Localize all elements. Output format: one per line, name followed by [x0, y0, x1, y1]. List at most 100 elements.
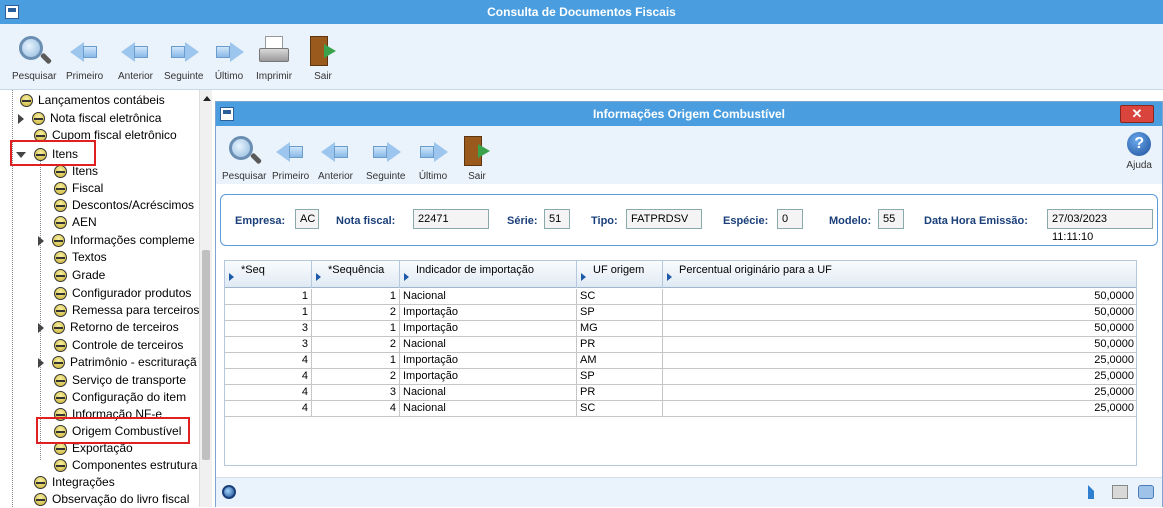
first-icon [68, 34, 102, 68]
tree-item[interactable]: Serviço de transporte [54, 372, 186, 389]
sort-marker-icon [316, 273, 321, 281]
dialog-first-button[interactable]: Primeiro [272, 134, 309, 182]
tree-item[interactable]: Componentes estrutura [54, 457, 197, 474]
close-button[interactable]: ✕ [1120, 105, 1154, 123]
last-button[interactable]: Último [212, 34, 246, 82]
node-icon [54, 391, 67, 404]
table-row[interactable]: 4 3 Nacional PR 25,0000 [225, 385, 1136, 401]
table-row[interactable]: 4 4 Nacional SC 25,0000 [225, 401, 1136, 417]
tree-item[interactable]: Observação do livro fiscal [34, 491, 189, 508]
tree-item-label: Informações compleme [70, 233, 195, 247]
table-row[interactable]: 3 1 Importação MG 50,0000 [225, 321, 1136, 337]
tree-item[interactable]: Integrações [34, 474, 115, 491]
tree-item[interactable]: Patrimônio - escrituraçã [38, 354, 197, 371]
tree-item[interactable]: Remessa para terceiros [54, 302, 199, 319]
message-icon[interactable] [1138, 485, 1154, 499]
tree-item-label: Textos [72, 250, 107, 264]
expand-arrow-icon[interactable] [18, 113, 24, 124]
search-icon [227, 134, 263, 168]
column-header[interactable]: UF origem [577, 261, 663, 288]
tree-item-label: Lançamentos contábeis [38, 93, 165, 107]
table-cell: Importação [400, 321, 577, 337]
tree-item[interactable]: Configurador produtos [54, 285, 191, 302]
column-header[interactable]: *Seq [225, 261, 312, 288]
first-button[interactable]: Primeiro [66, 34, 103, 82]
tree-item-label: Nota fiscal eletrônica [50, 111, 162, 125]
table-cell: 25,0000 [663, 353, 1136, 369]
table-cell: 2 [312, 369, 400, 385]
search-icon [17, 34, 53, 68]
dialog-last-button[interactable]: Último [416, 134, 450, 182]
previous-button[interactable]: Anterior [118, 34, 153, 82]
resize-icon[interactable] [1088, 485, 1104, 499]
tree-item[interactable]: Textos [54, 249, 107, 266]
node-icon [32, 112, 45, 125]
table-cell: SC [577, 289, 663, 305]
origem-combustivel-dialog: Informações Origem Combustível ✕ Pesquis… [215, 101, 1163, 507]
dialog-title: Informações Origem Combustível [592, 107, 786, 121]
node-icon [54, 304, 67, 317]
print-icon [257, 34, 291, 68]
last-icon [212, 34, 246, 68]
tree-item[interactable]: Fiscal [54, 180, 103, 197]
tree-item[interactable]: Grade [54, 267, 105, 284]
table-cell: SP [577, 369, 663, 385]
next-icon [167, 34, 201, 68]
first-button-label: Primeiro [66, 71, 104, 82]
dialog-exit-button[interactable]: Sair [460, 134, 494, 182]
user-icon[interactable] [1112, 485, 1128, 499]
column-header[interactable]: *Sequência [312, 261, 400, 288]
table-row[interactable]: 3 2 Nacional PR 50,0000 [225, 337, 1136, 353]
table-cell: Importação [400, 305, 577, 321]
previous-icon [119, 34, 153, 68]
tree-item[interactable]: Informações compleme [38, 232, 195, 249]
table-cell: 25,0000 [663, 369, 1136, 385]
table-cell: 25,0000 [663, 385, 1136, 401]
dialog-previous-button[interactable]: Anterior [318, 134, 353, 182]
node-icon [54, 182, 67, 195]
tree-item[interactable]: Controle de terceiros [54, 337, 183, 354]
empresa-label: Empresa: [235, 215, 286, 227]
expand-arrow-icon[interactable] [38, 322, 44, 333]
tree-item-label: Retorno de terceiros [70, 320, 179, 334]
help-button[interactable]: ? Ajuda [1126, 132, 1152, 171]
column-header[interactable]: Indicador de importação [400, 261, 577, 288]
tree-item[interactable]: Descontos/Acréscimos [54, 197, 194, 214]
dialog-search-label: Pesquisar [222, 171, 267, 182]
search-button[interactable]: Pesquisar [12, 34, 56, 82]
table-cell: 2 [312, 337, 400, 353]
exit-button[interactable]: Sair [306, 34, 340, 82]
next-button[interactable]: Seguinte [164, 34, 203, 82]
table-row[interactable]: 4 2 Importação SP 25,0000 [225, 369, 1136, 385]
table-row[interactable]: 4 1 Importação AM 25,0000 [225, 353, 1136, 369]
tree-item[interactable]: Lançamentos contábeis [20, 92, 165, 109]
table-cell: 1 [225, 289, 312, 305]
tree-item[interactable]: Configuração do item [54, 389, 186, 406]
especie-field: 0 [777, 209, 803, 229]
table-row[interactable]: 1 2 Importação SP 50,0000 [225, 305, 1136, 321]
tree-item[interactable]: Retorno de terceiros [38, 319, 179, 336]
table-row[interactable]: 1 1 Nacional SC 50,0000 [225, 289, 1136, 305]
print-button[interactable]: Imprimir [256, 34, 292, 82]
help-label: Ajuda [1126, 160, 1152, 171]
node-icon [34, 476, 47, 489]
tree-scrollbar[interactable] [199, 90, 212, 507]
exit-button-label: Sair [314, 71, 332, 82]
scroll-thumb[interactable] [202, 250, 210, 460]
table-cell: 3 [225, 321, 312, 337]
column-header[interactable]: Percentual originário para a UF [663, 261, 1136, 288]
tree-item[interactable]: Nota fiscal eletrônica [18, 110, 161, 127]
globe-icon[interactable] [222, 485, 236, 499]
expand-arrow-icon[interactable] [38, 357, 44, 368]
table-cell: 50,0000 [663, 305, 1136, 321]
node-icon [54, 374, 67, 387]
expand-arrow-icon[interactable] [38, 235, 44, 246]
dialog-next-button[interactable]: Seguinte [366, 134, 405, 182]
scroll-up-icon[interactable] [203, 96, 211, 101]
tree-item[interactable]: AEN [54, 214, 97, 231]
dialog-search-button[interactable]: Pesquisar [222, 134, 266, 182]
document-header-panel: Empresa: AC Nota fiscal: 22471 Série: 51… [220, 194, 1158, 246]
sort-marker-icon [404, 273, 409, 281]
table-cell: 25,0000 [663, 401, 1136, 417]
column-header-label: Percentual originário para a UF [679, 264, 832, 276]
